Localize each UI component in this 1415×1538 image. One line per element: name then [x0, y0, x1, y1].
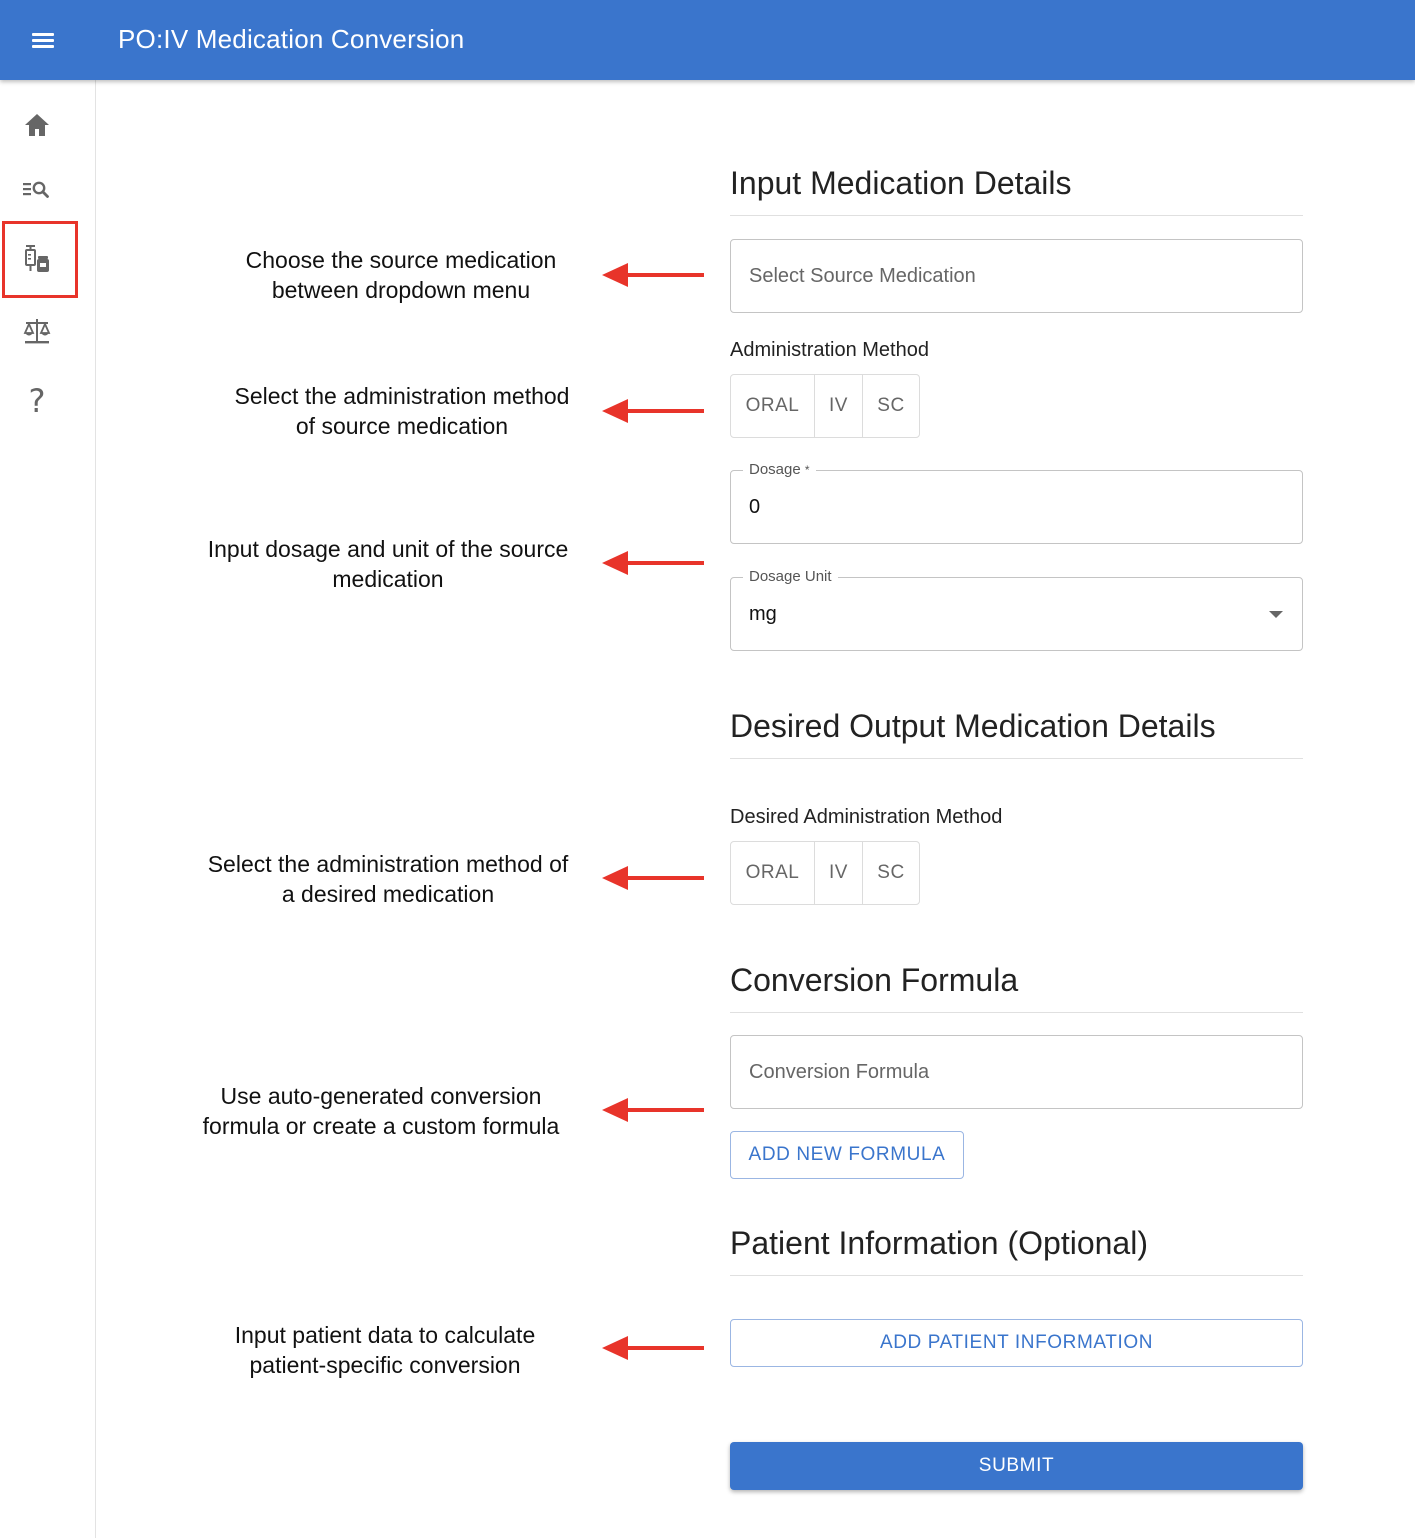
dosage-unit-value: mg [749, 603, 777, 625]
admin-iv-button[interactable]: IV [815, 375, 863, 437]
sidebar: ? [0, 80, 96, 1538]
conversion-formula-placeholder: Conversion Formula [749, 1061, 930, 1083]
desired-iv-button[interactable]: IV [815, 842, 863, 904]
app-title: PO:IV Medication Conversion [118, 24, 465, 54]
scale-icon [23, 319, 51, 344]
sidebar-item-scale[interactable] [14, 308, 60, 354]
divider [730, 1012, 1303, 1013]
desired-method-label: Desired Administration Method [730, 806, 1003, 828]
admin-oral-button[interactable]: ORAL [731, 375, 815, 437]
desired-method-toggle: ORAL IV SC [730, 841, 920, 905]
section-title-input: Input Medication Details [730, 165, 1072, 201]
home-icon [25, 114, 49, 136]
source-medication-placeholder: Select Source Medication [749, 265, 976, 287]
desired-oral-button[interactable]: ORAL [731, 842, 815, 904]
annotation-line: Input patient data to calculate [234, 1322, 536, 1348]
submit-button[interactable]: SUBMIT [730, 1442, 1303, 1490]
admin-method-toggle: ORAL IV SC [730, 374, 920, 438]
annotation-line: Select the administration method [234, 383, 570, 409]
app-bar: PO:IV Medication Conversion [0, 0, 1415, 80]
annotation-dosage: Input dosage and unit of the source medi… [182, 534, 594, 594]
annotation-line: of source medication [295, 413, 509, 439]
annotation-line: Choose the source medication [245, 247, 557, 273]
annotation-desired-method: Select the administration method of a de… [182, 849, 594, 909]
chevron-down-icon [1269, 611, 1283, 618]
hamburger-menu-icon[interactable] [24, 22, 62, 58]
divider [730, 215, 1303, 216]
arrow-icon [602, 866, 704, 890]
add-patient-information-button[interactable]: ADD PATIENT INFORMATION [730, 1319, 1303, 1367]
section-title-patient: Patient Information (Optional) [730, 1225, 1148, 1261]
add-new-formula-button[interactable]: ADD NEW FORMULA [730, 1131, 964, 1179]
annotation-line: Select the administration method of [207, 851, 569, 877]
annotation-patient: Input patient data to calculate patient-… [200, 1320, 570, 1380]
search-list-icon [23, 181, 49, 198]
sidebar-item-home[interactable] [14, 102, 60, 148]
conversion-formula-select[interactable]: Conversion Formula [730, 1035, 1303, 1109]
divider [730, 758, 1303, 759]
admin-sc-button[interactable]: SC [863, 375, 919, 437]
source-medication-select[interactable]: Select Source Medication [730, 239, 1303, 313]
annotation-line: Input dosage and unit of the source [207, 536, 569, 562]
annotation-source-medication: Choose the source medication between dro… [220, 245, 582, 305]
help-icon: ? [28, 382, 46, 420]
annotation-admin-method: Select the administration method of sour… [212, 381, 592, 441]
required-mark: * [804, 463, 810, 477]
arrow-icon [602, 551, 704, 575]
sidebar-item-search[interactable] [14, 166, 60, 212]
annotation-formula: Use auto-generated conversion formula or… [180, 1081, 582, 1141]
admin-method-label: Administration Method [730, 339, 929, 361]
section-title-output: Desired Output Medication Details [730, 708, 1216, 744]
annotation-line: patient-specific conversion [249, 1352, 521, 1378]
dosage-unit-select[interactable]: Dosage Unit mg [730, 568, 1303, 651]
section-title-formula: Conversion Formula [730, 962, 1019, 998]
annotation-line: Use auto-generated conversion [220, 1083, 542, 1109]
dosage-value: 0 [749, 496, 761, 518]
highlight-box [2, 221, 78, 298]
arrow-icon [602, 1098, 704, 1122]
arrow-icon [602, 1336, 704, 1360]
desired-sc-button[interactable]: SC [863, 842, 919, 904]
arrow-icon [602, 399, 704, 423]
annotation-line: a desired medication [281, 881, 495, 907]
annotation-line: medication [332, 566, 444, 592]
sidebar-item-help[interactable]: ? [14, 378, 60, 424]
annotation-line: between dropdown menu [271, 277, 531, 303]
divider [730, 1275, 1303, 1276]
dosage-field[interactable]: Dosage * 0 [730, 461, 1303, 544]
arrow-icon [602, 263, 704, 287]
annotation-line: formula or create a custom formula [202, 1113, 560, 1139]
